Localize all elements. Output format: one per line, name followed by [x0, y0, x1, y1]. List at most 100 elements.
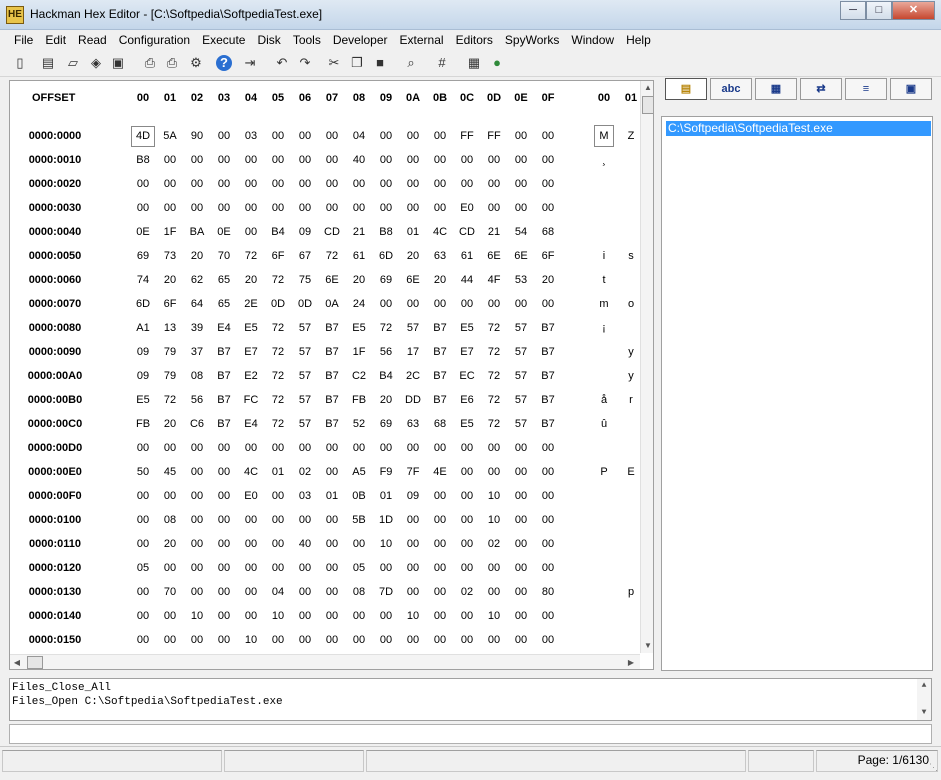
hex-byte[interactable]: 00 — [239, 586, 263, 598]
hex-byte[interactable]: 00 — [131, 610, 155, 622]
hex-byte[interactable]: 00 — [347, 442, 371, 454]
hex-byte[interactable]: 00 — [293, 586, 317, 598]
close-button[interactable]: ✕ — [892, 1, 935, 20]
hex-byte[interactable]: B7 — [428, 394, 452, 406]
hex-byte[interactable]: 00 — [158, 610, 182, 622]
hex-byte[interactable]: 00 — [320, 442, 344, 454]
hex-byte[interactable]: 00 — [266, 178, 290, 190]
ascii-char[interactable]: E — [621, 466, 641, 478]
scroll-right-icon[interactable]: ▶ — [624, 656, 638, 669]
hex-byte[interactable]: 00 — [266, 202, 290, 214]
hex-byte[interactable]: B8 — [131, 154, 155, 166]
new-file-icon[interactable]: ▯ — [10, 53, 30, 73]
hex-byte[interactable]: 00 — [239, 562, 263, 574]
hex-byte[interactable]: 00 — [428, 490, 452, 502]
hex-byte[interactable]: 13 — [158, 322, 182, 334]
hex-byte[interactable]: 00 — [509, 130, 533, 142]
hex-byte[interactable]: 00 — [131, 442, 155, 454]
hex-byte[interactable]: 00 — [455, 298, 479, 310]
hex-byte[interactable]: 09 — [401, 490, 425, 502]
hex-byte[interactable]: 6F — [266, 250, 290, 262]
ascii-char[interactable]: p — [621, 586, 641, 598]
ascii-char[interactable]: y — [621, 346, 641, 358]
hex-byte[interactable]: 68 — [536, 226, 560, 238]
log-scroll-down-icon[interactable]: ▼ — [917, 706, 931, 720]
hex-byte[interactable]: 20 — [239, 274, 263, 286]
hex-byte[interactable]: 57 — [509, 322, 533, 334]
ascii-char[interactable]: Z — [621, 130, 641, 142]
hex-byte[interactable]: 0D — [293, 298, 317, 310]
hex-byte[interactable]: 4C — [428, 226, 452, 238]
hex-byte[interactable]: 57 — [401, 322, 425, 334]
hex-byte[interactable]: 00 — [131, 538, 155, 550]
hex-byte[interactable]: 00 — [374, 634, 398, 646]
hex-byte[interactable]: 4F — [482, 274, 506, 286]
hex-byte[interactable]: 00 — [428, 130, 452, 142]
hex-byte[interactable]: 00 — [401, 130, 425, 142]
hex-byte[interactable]: C6 — [185, 418, 209, 430]
hex-byte[interactable]: 10 — [482, 610, 506, 622]
hex-byte[interactable]: A5 — [347, 466, 371, 478]
hex-byte[interactable]: 00 — [401, 442, 425, 454]
hex-byte[interactable]: B7 — [212, 346, 236, 358]
hex-byte[interactable]: B7 — [212, 370, 236, 382]
file-list-item[interactable]: C:\Softpedia\SoftpediaTest.exe — [666, 121, 931, 136]
hex-byte[interactable]: 0A — [320, 298, 344, 310]
hex-byte[interactable]: 00 — [347, 178, 371, 190]
hex-byte[interactable]: 00 — [293, 610, 317, 622]
hex-byte[interactable]: 00 — [428, 298, 452, 310]
hex-byte[interactable]: B7 — [320, 346, 344, 358]
hex-byte[interactable]: 00 — [212, 490, 236, 502]
hex-byte[interactable]: B7 — [536, 346, 560, 358]
hex-byte[interactable]: 00 — [158, 562, 182, 574]
hex-view[interactable]: OFFSET 00 01 02 03 04 05 06 07 08 09 0A 0B 0C 0D 0E 0F 0… — [9, 80, 654, 670]
hex-byte[interactable]: 39 — [185, 322, 209, 334]
hex-byte[interactable]: 00 — [401, 154, 425, 166]
ascii-char[interactable]: P — [594, 466, 614, 478]
hex-byte[interactable]: B7 — [428, 370, 452, 382]
hex-byte[interactable]: 72 — [482, 418, 506, 430]
hex-byte[interactable]: 69 — [131, 250, 155, 262]
hex-byte[interactable]: 00 — [428, 634, 452, 646]
hex-byte[interactable]: 1F — [347, 346, 371, 358]
hex-byte[interactable]: 00 — [185, 202, 209, 214]
hex-byte[interactable]: 00 — [212, 178, 236, 190]
hex-byte[interactable]: 79 — [158, 346, 182, 358]
hex-byte[interactable]: 00 — [212, 610, 236, 622]
scroll-left-icon[interactable]: ◀ — [10, 656, 24, 669]
hex-byte[interactable]: 00 — [185, 538, 209, 550]
hex-byte[interactable]: 04 — [266, 586, 290, 598]
hex-byte[interactable]: 00 — [239, 442, 263, 454]
hex-byte[interactable]: 00 — [320, 202, 344, 214]
log-scrollbar[interactable]: ▲ ▼ — [917, 679, 931, 720]
side-tab-disk-drive-icon[interactable]: ▣ — [890, 78, 932, 100]
hex-byte[interactable]: B7 — [320, 394, 344, 406]
command-input[interactable] — [9, 724, 932, 744]
hex-byte[interactable]: 00 — [536, 490, 560, 502]
hex-byte[interactable]: 02 — [482, 538, 506, 550]
hex-byte[interactable]: 00 — [536, 610, 560, 622]
hex-byte[interactable]: 00 — [347, 202, 371, 214]
find-icon[interactable]: ⌕ — [401, 53, 421, 73]
hex-byte[interactable]: 00 — [320, 562, 344, 574]
hex-byte[interactable]: 5A — [158, 130, 182, 142]
menu-spyworks[interactable]: SpyWorks — [499, 30, 565, 50]
hex-byte[interactable]: 00 — [293, 178, 317, 190]
hex-byte[interactable]: 00 — [536, 298, 560, 310]
hex-byte[interactable]: 00 — [455, 634, 479, 646]
hex-byte[interactable]: B7 — [212, 418, 236, 430]
hex-byte[interactable]: 00 — [482, 562, 506, 574]
hex-byte[interactable]: 00 — [131, 514, 155, 526]
calculator-icon[interactable]: ▦ — [464, 53, 484, 73]
hex-byte[interactable]: 00 — [509, 466, 533, 478]
ascii-char[interactable]: ¸ — [594, 154, 614, 166]
hex-byte[interactable]: 00 — [509, 538, 533, 550]
menu-configuration[interactable]: Configuration — [113, 30, 196, 50]
hex-byte[interactable]: 69 — [374, 274, 398, 286]
hscroll-thumb[interactable] — [27, 656, 43, 669]
hex-byte[interactable]: 20 — [374, 394, 398, 406]
hex-byte[interactable]: 7D — [374, 586, 398, 598]
hex-byte[interactable]: EC — [455, 370, 479, 382]
hex-byte[interactable]: 00 — [509, 202, 533, 214]
hex-byte[interactable]: 00 — [482, 154, 506, 166]
